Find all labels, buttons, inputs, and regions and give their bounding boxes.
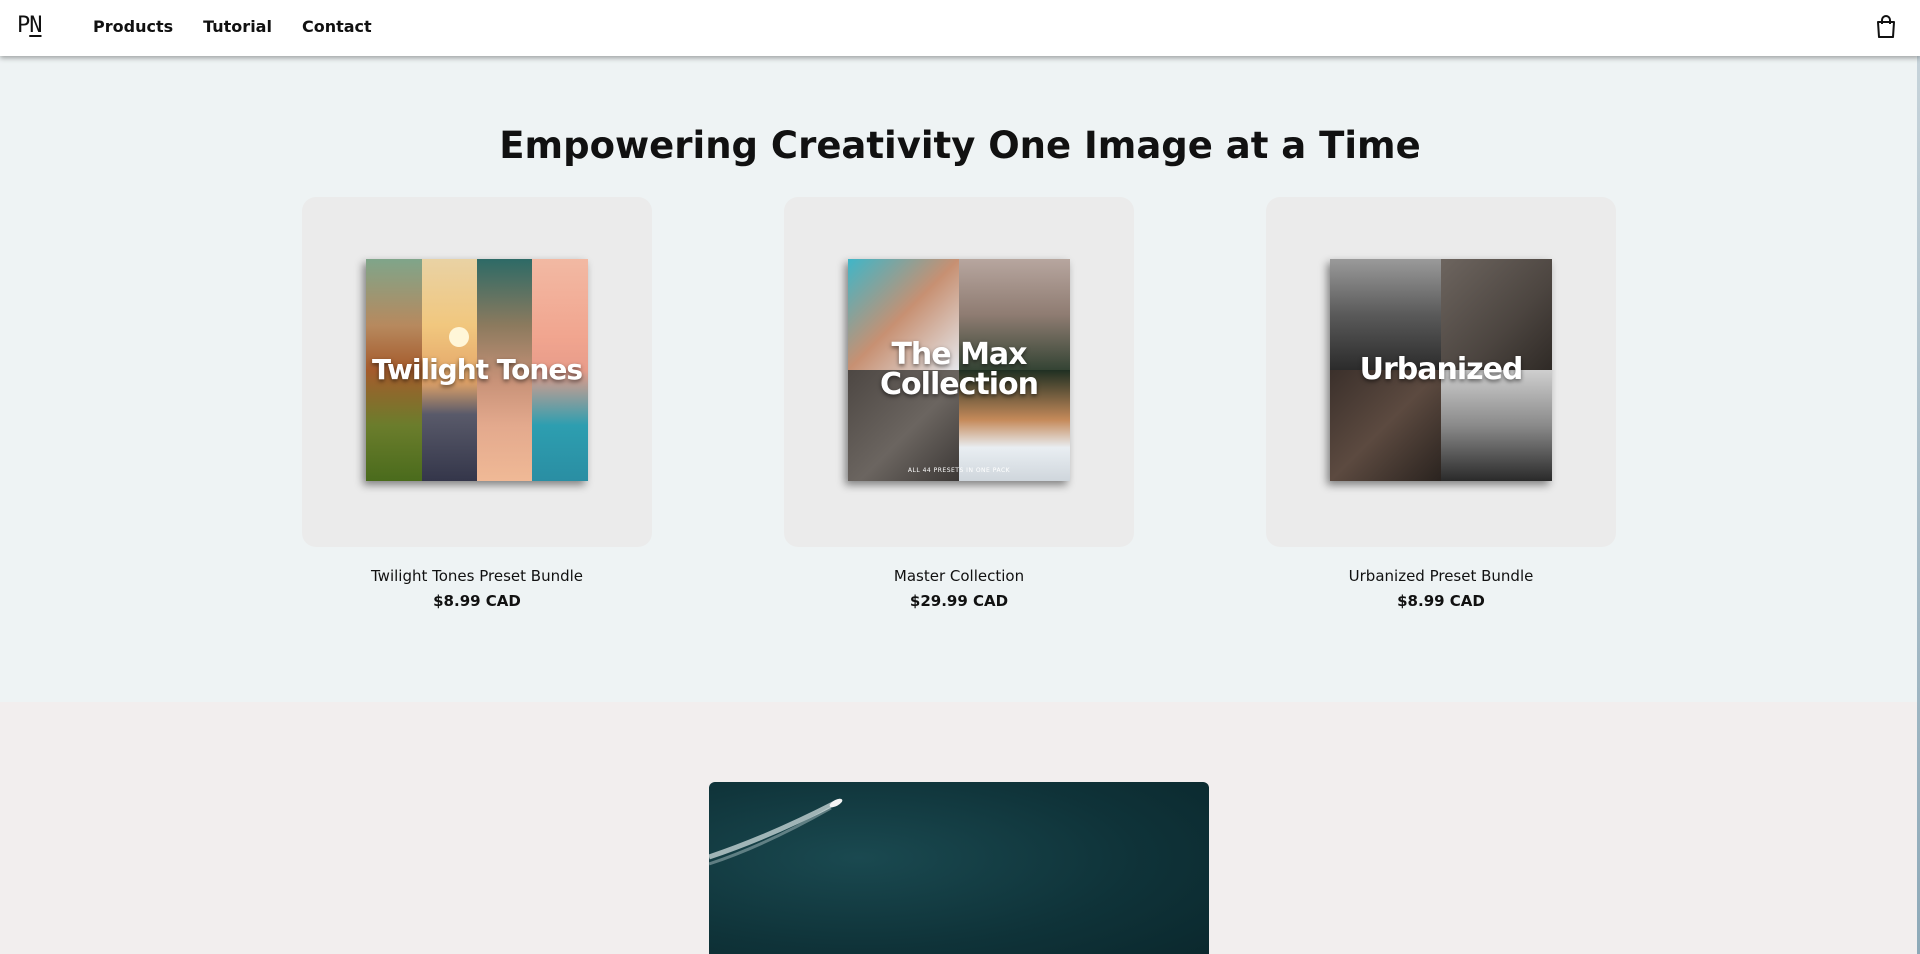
product-thumbnail[interactable]: Twilight Tones	[302, 197, 652, 547]
cover-subtitle: ALL 44 PRESETS IN ONE PACK	[907, 467, 1011, 474]
product-price: $8.99 CAD	[1397, 592, 1485, 610]
site-header: PN Products Tutorial Contact	[0, 0, 1920, 56]
product-card-twilight-tones[interactable]: Twilight Tones Twilight Tones Preset Bun…	[302, 197, 652, 610]
product-thumbnail[interactable]: The Max Collection ALL 44 PRESETS IN ONE…	[784, 197, 1134, 547]
product-cover-image: The Max Collection ALL 44 PRESETS IN ONE…	[848, 259, 1070, 481]
product-price: $29.99 CAD	[909, 592, 1009, 610]
product-name[interactable]: Urbanized Preset Bundle	[1266, 566, 1616, 586]
logo[interactable]: PN	[17, 13, 43, 38]
product-name[interactable]: Twilight Tones Preset Bundle	[302, 566, 652, 586]
product-thumbnail[interactable]: Urbanized	[1266, 197, 1616, 547]
section-headline: Empowering Creativity One Image at a Tim…	[499, 124, 1421, 167]
nav-tutorial[interactable]: Tutorial	[203, 17, 272, 37]
hero-section	[0, 702, 1920, 954]
logo-letter-n: N	[29, 13, 42, 38]
product-cover-image: Urbanized	[1330, 259, 1552, 481]
product-card-master-collection[interactable]: The Max Collection ALL 44 PRESETS IN ONE…	[784, 197, 1134, 610]
logo-letter-p: P	[17, 13, 30, 38]
product-card-urbanized[interactable]: Urbanized Urbanized Preset Bundle $8.99 …	[1266, 197, 1616, 610]
cover-title: The Max Collection	[848, 340, 1070, 400]
cover-title-line-2: Collection	[880, 367, 1039, 402]
featured-products-section: Empowering Creativity One Image at a Tim…	[0, 56, 1920, 702]
shopping-bag-icon[interactable]	[1875, 15, 1897, 39]
nav-products[interactable]: Products	[93, 17, 173, 37]
main-nav: Products Tutorial Contact	[93, 17, 372, 37]
product-price: $8.99 CAD	[433, 592, 521, 610]
nav-contact[interactable]: Contact	[302, 17, 372, 37]
product-name[interactable]: Master Collection	[784, 566, 1134, 586]
product-cover-image: Twilight Tones	[366, 259, 588, 481]
cover-title-line-1: The Max	[891, 337, 1027, 372]
cover-title: Urbanized	[1359, 352, 1524, 387]
ocean-boat-image	[709, 782, 1209, 954]
cover-title: Twilight Tones	[372, 353, 583, 386]
